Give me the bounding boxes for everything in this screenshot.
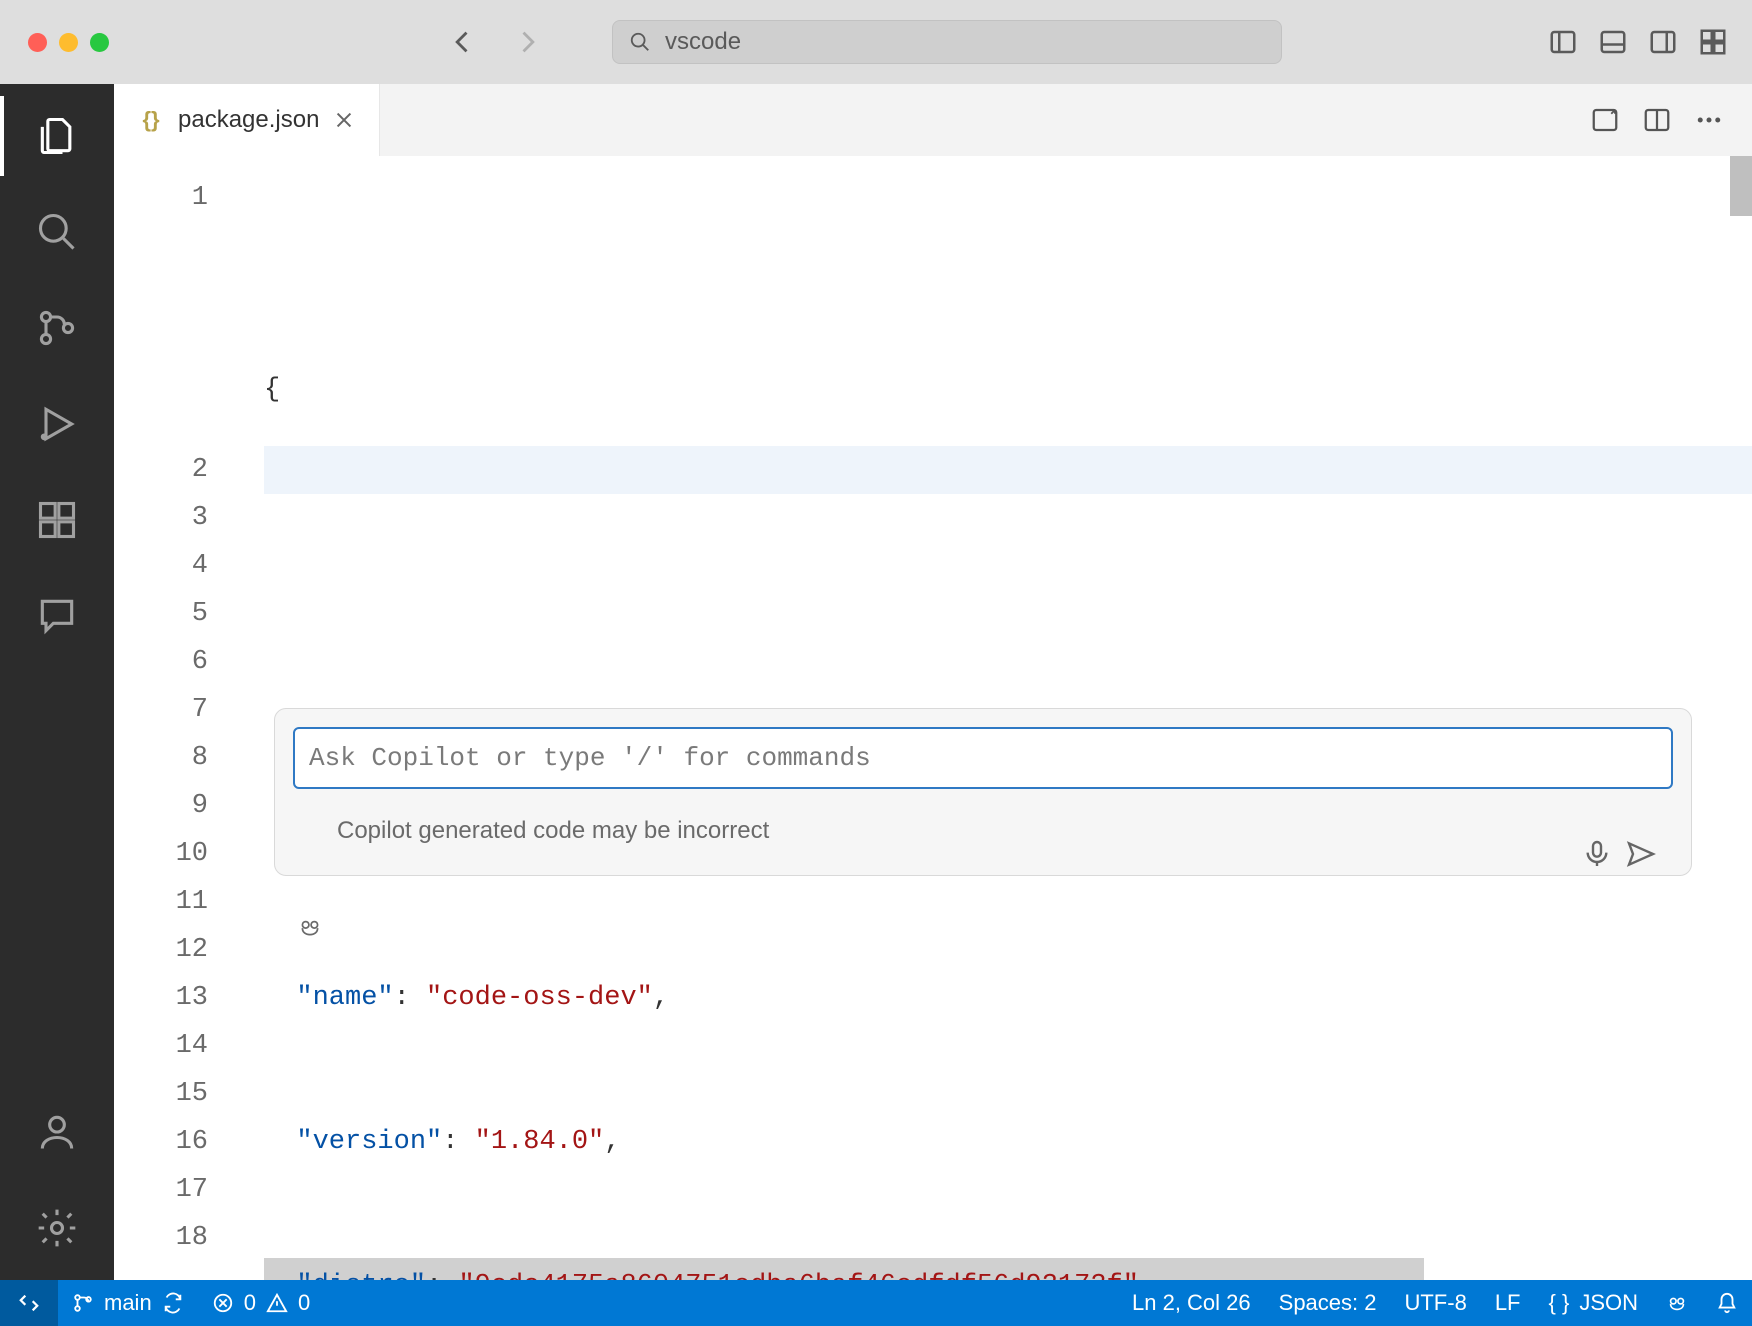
copilot-input[interactable] bbox=[309, 743, 1569, 773]
source-control-icon[interactable] bbox=[35, 306, 79, 350]
history-nav bbox=[449, 28, 541, 56]
line-number: 3 bbox=[114, 494, 208, 542]
tab-package-json[interactable]: {} package.json bbox=[114, 84, 380, 156]
json-key: "distro" bbox=[296, 1271, 426, 1280]
toggle-primary-sidebar-icon[interactable] bbox=[1548, 27, 1578, 57]
json-file-icon: {} bbox=[138, 107, 164, 133]
error-count: 0 bbox=[244, 1290, 256, 1316]
line-number: 12 bbox=[114, 926, 208, 974]
error-icon bbox=[212, 1292, 234, 1314]
more-actions-icon[interactable] bbox=[1694, 105, 1724, 135]
line-number: 17 bbox=[114, 1166, 208, 1214]
send-icon[interactable] bbox=[1625, 742, 1657, 774]
editor-actions bbox=[1590, 84, 1752, 156]
json-key: "name" bbox=[296, 983, 393, 1013]
title-bar: vscode bbox=[0, 0, 1752, 84]
zoom-window-button[interactable] bbox=[90, 33, 109, 52]
extensions-icon[interactable] bbox=[35, 498, 79, 542]
close-window-button[interactable] bbox=[28, 33, 47, 52]
line-number: 13 bbox=[114, 974, 208, 1022]
minimize-window-button[interactable] bbox=[59, 33, 78, 52]
chat-icon[interactable] bbox=[35, 594, 79, 638]
line-number: 16 bbox=[114, 1118, 208, 1166]
explorer-icon[interactable] bbox=[35, 114, 79, 158]
problems[interactable]: 0 0 bbox=[198, 1280, 325, 1326]
copilot-disclaimer-text: Copilot generated code may be incorrect bbox=[337, 807, 769, 855]
copilot-status[interactable] bbox=[1652, 1280, 1702, 1326]
bell-icon bbox=[1716, 1292, 1738, 1314]
sync-icon[interactable] bbox=[162, 1292, 184, 1314]
lang-icon: { } bbox=[1549, 1290, 1570, 1316]
cursor-position[interactable]: Ln 2, Col 26 bbox=[1118, 1280, 1265, 1326]
git-branch[interactable]: main bbox=[58, 1280, 198, 1326]
line-number: 15 bbox=[114, 1070, 208, 1118]
json-string: "1.84.0" bbox=[475, 1127, 605, 1157]
line-number: 11 bbox=[114, 878, 208, 926]
copilot-inline-chat: Copilot generated code may be incorrect bbox=[274, 708, 1692, 876]
search-icon[interactable] bbox=[35, 210, 79, 254]
customize-layout-icon[interactable] bbox=[1698, 27, 1728, 57]
warning-icon bbox=[266, 1292, 288, 1314]
notifications[interactable] bbox=[1702, 1280, 1752, 1326]
command-center-text: vscode bbox=[665, 28, 741, 56]
line-number: 6 bbox=[114, 638, 208, 686]
editor-group: {} package.json bbox=[114, 84, 1752, 1280]
layout-controls bbox=[1548, 27, 1728, 57]
close-tab-icon[interactable] bbox=[333, 109, 355, 131]
line-number: 10 bbox=[114, 830, 208, 878]
settings-gear-icon[interactable] bbox=[35, 1206, 79, 1250]
command-center[interactable]: vscode bbox=[612, 20, 1282, 64]
line-number: 9 bbox=[114, 782, 208, 830]
encoding[interactable]: UTF-8 bbox=[1390, 1280, 1480, 1326]
tabs-bar: {} package.json bbox=[114, 84, 1752, 156]
search-icon bbox=[629, 31, 651, 53]
eol[interactable]: LF bbox=[1481, 1280, 1535, 1326]
copilot-disclaimer: Copilot generated code may be incorrect bbox=[275, 807, 1691, 875]
accounts-icon[interactable] bbox=[35, 1110, 79, 1154]
copilot-logo-icon bbox=[297, 818, 323, 844]
branch-name: main bbox=[104, 1290, 152, 1316]
back-button[interactable] bbox=[449, 28, 477, 56]
line-number: 1 bbox=[114, 174, 208, 222]
line-number: 2 bbox=[114, 446, 208, 494]
activity-bar bbox=[0, 84, 114, 1280]
brace: { bbox=[264, 375, 280, 405]
line-number: 18 bbox=[114, 1214, 208, 1262]
window-controls bbox=[28, 33, 109, 52]
json-key: "version" bbox=[296, 1127, 442, 1157]
line-number: 8 bbox=[114, 734, 208, 782]
indentation[interactable]: Spaces: 2 bbox=[1265, 1280, 1391, 1326]
forward-button[interactable] bbox=[513, 28, 541, 56]
warning-count: 0 bbox=[298, 1290, 310, 1316]
run-file-icon[interactable] bbox=[1590, 105, 1620, 135]
main-area: {} package.json bbox=[0, 84, 1752, 1280]
toggle-secondary-sidebar-icon[interactable] bbox=[1648, 27, 1678, 57]
line-numbers: 1 2 3 4 5 6 7 8 9 10 11 12 13 14 15 16 1… bbox=[114, 156, 264, 1280]
code-content[interactable]: { bbox=[264, 156, 1752, 1280]
copilot-status-icon bbox=[1666, 1292, 1688, 1314]
branch-icon bbox=[72, 1292, 94, 1314]
json-string: "code-oss-dev" bbox=[426, 983, 653, 1013]
tab-label: package.json bbox=[178, 106, 319, 134]
lang-label: JSON bbox=[1579, 1290, 1638, 1316]
line-number: 5 bbox=[114, 590, 208, 638]
status-bar: main 0 0 Ln 2, Col 26 Spaces: 2 UTF-8 LF… bbox=[0, 1280, 1752, 1326]
line-number: 14 bbox=[114, 1022, 208, 1070]
run-debug-icon[interactable] bbox=[35, 402, 79, 446]
copilot-input-row bbox=[293, 727, 1673, 789]
split-editor-icon[interactable] bbox=[1642, 105, 1672, 135]
remote-indicator[interactable] bbox=[0, 1280, 58, 1326]
editor-area[interactable]: 1 2 3 4 5 6 7 8 9 10 11 12 13 14 15 16 1… bbox=[114, 156, 1752, 1280]
line-number: 4 bbox=[114, 542, 208, 590]
language-mode[interactable]: { } JSON bbox=[1535, 1280, 1653, 1326]
json-string: "9cdc4175a8604751edba6baf46edfdf56d93173… bbox=[458, 1271, 1139, 1280]
microphone-icon[interactable] bbox=[1581, 742, 1613, 774]
line-number: 7 bbox=[114, 686, 208, 734]
remote-icon bbox=[18, 1292, 40, 1314]
toggle-panel-icon[interactable] bbox=[1598, 27, 1628, 57]
